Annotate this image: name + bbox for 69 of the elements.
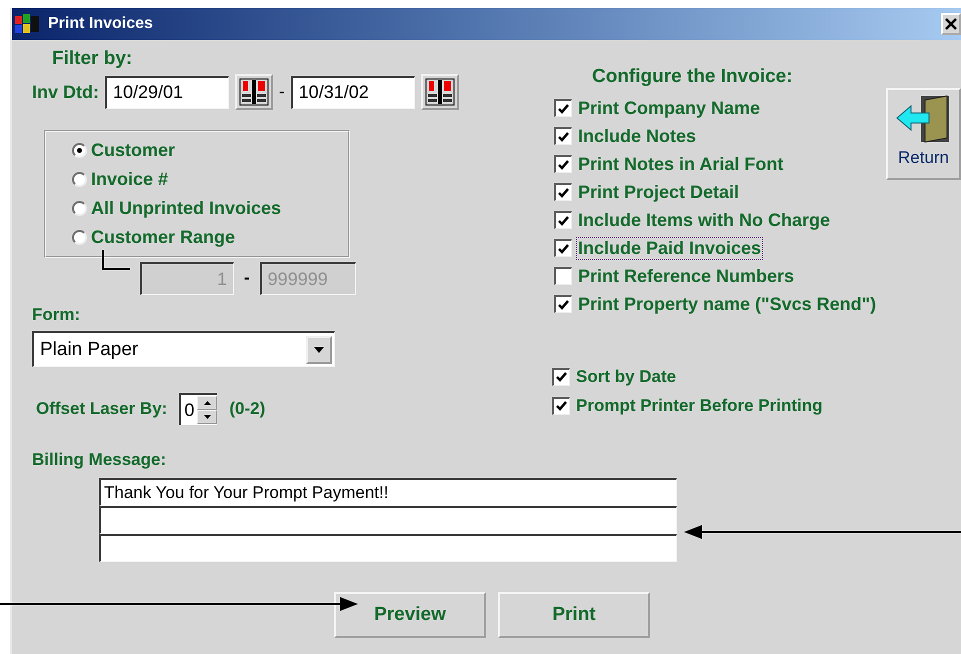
radio-button[interactable] xyxy=(72,143,87,158)
checkbox[interactable] xyxy=(554,155,572,173)
spinner-value: 0 xyxy=(183,400,196,420)
checkbox[interactable] xyxy=(554,239,572,257)
checkbox[interactable] xyxy=(554,267,572,285)
dropdown-value: Plain Paper xyxy=(40,338,138,360)
separator: - xyxy=(244,268,250,288)
dialog-button[interactable]: Preview xyxy=(334,592,486,638)
dialog-button[interactable]: Print xyxy=(498,592,650,638)
message-field[interactable] xyxy=(99,506,677,534)
field-label: Form: xyxy=(32,305,82,325)
checkbox[interactable] xyxy=(552,368,570,386)
checkbox[interactable] xyxy=(554,211,572,229)
calendar-button[interactable] xyxy=(235,74,273,110)
radio-button[interactable] xyxy=(72,172,87,187)
checkbox[interactable] xyxy=(552,396,570,414)
range-hint: (0-2) xyxy=(229,399,266,419)
message-field[interactable]: Thank You for Your Prompt Payment!! xyxy=(99,478,677,506)
radio-label[interactable]: Invoice # xyxy=(91,169,168,190)
check-icon xyxy=(558,300,569,310)
window-title: Print Invoices xyxy=(48,15,154,33)
check-icon xyxy=(558,160,569,170)
separator: - xyxy=(279,82,285,102)
checkbox-label[interactable]: Include Items with No Charge xyxy=(577,210,832,230)
checkbox[interactable] xyxy=(554,99,572,117)
section-heading: Configure the Invoice: xyxy=(592,66,793,87)
calendar-icon xyxy=(239,78,269,106)
form-dropdown[interactable]: Plain Paper xyxy=(32,331,335,367)
checkbox-label[interactable]: Print Company Name xyxy=(577,98,762,118)
checkbox-label[interactable]: Print Reference Numbers xyxy=(577,266,796,286)
date-field[interactable]: 10/29/01 xyxy=(105,76,229,108)
app-icon xyxy=(14,12,42,36)
connector-line xyxy=(102,250,130,270)
check-icon xyxy=(556,401,567,411)
checkbox[interactable] xyxy=(554,295,572,313)
checkbox[interactable] xyxy=(554,127,572,145)
check-icon xyxy=(558,104,569,114)
section-heading: Filter by: xyxy=(52,48,134,70)
radio-button[interactable] xyxy=(72,201,87,216)
spin-down-icon[interactable] xyxy=(197,410,218,424)
field-label: Inv Dtd: xyxy=(32,82,99,102)
close-button[interactable] xyxy=(941,13,961,35)
radio-label[interactable]: All Unprinted Invoices xyxy=(91,198,282,219)
spin-up-icon[interactable] xyxy=(197,396,218,410)
field-label: Billing Message: xyxy=(32,450,168,470)
checkbox-label[interactable]: Print Project Detail xyxy=(577,182,740,202)
checkbox-label[interactable]: Include Paid Invoices xyxy=(577,238,762,258)
offset-spinner[interactable]: 0 xyxy=(179,393,218,425)
date-field[interactable]: 10/31/02 xyxy=(290,76,415,108)
radio-label[interactable]: Customer Range xyxy=(91,227,236,248)
field-label: Offset Laser By: xyxy=(36,399,168,419)
close-icon xyxy=(945,18,957,30)
checkbox[interactable] xyxy=(554,183,572,201)
message-field[interactable] xyxy=(99,534,677,562)
checkbox-label[interactable]: Sort by Date xyxy=(575,366,678,386)
radio-label[interactable]: Customer xyxy=(91,140,176,161)
check-icon xyxy=(558,188,569,198)
calendar-button[interactable] xyxy=(420,74,459,110)
check-icon xyxy=(558,132,569,142)
checkbox-label[interactable]: Print Property name ("Svcs Rend") xyxy=(577,294,878,314)
check-icon xyxy=(556,372,567,382)
checkbox-label[interactable]: Prompt Printer Before Printing xyxy=(575,396,824,416)
check-icon xyxy=(558,244,569,254)
calendar-icon xyxy=(424,78,455,106)
radio-button[interactable] xyxy=(72,230,87,245)
check-icon xyxy=(558,216,569,226)
return-button[interactable]: Return xyxy=(886,88,961,180)
checkbox-label[interactable]: Print Notes in Arial Font xyxy=(577,154,784,174)
checkbox-label[interactable]: Include Notes xyxy=(577,126,698,146)
